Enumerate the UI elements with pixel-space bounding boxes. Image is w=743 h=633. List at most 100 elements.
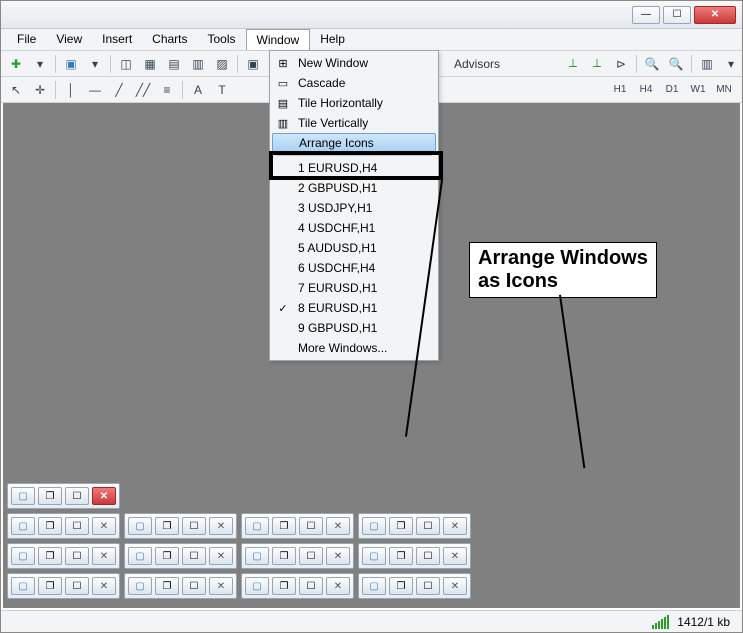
indicator-icon[interactable]: ⟂ [586, 54, 608, 74]
menu-file[interactable]: File [7, 29, 46, 50]
timeframe-h1-button[interactable]: H1 [608, 80, 632, 100]
maximize-icon[interactable]: ☐ [299, 577, 323, 595]
crosshair-icon[interactable]: ✛ [29, 80, 51, 100]
restore-icon[interactable]: ❐ [272, 517, 296, 535]
timeframe-mn-button[interactable]: MN [712, 80, 736, 100]
menuitem-window[interactable]: 6 USDCHF,H4 [272, 258, 436, 278]
maximize-icon[interactable]: ☐ [182, 517, 206, 535]
menuitem-window[interactable]: 2 GBPUSD,H1 [272, 178, 436, 198]
fibonacci-icon[interactable]: ≡ [156, 80, 178, 100]
timeframe-h4-button[interactable]: H4 [634, 80, 658, 100]
maximize-icon[interactable]: ☐ [65, 547, 89, 565]
restore-icon[interactable]: ❐ [38, 577, 62, 595]
menu-view[interactable]: View [46, 29, 92, 50]
chart-icon[interactable]: ▢ [245, 517, 269, 535]
restore-icon[interactable]: ❐ [389, 547, 413, 565]
zoom-in-icon[interactable]: 🔍 [641, 54, 663, 74]
minimized-chart-window[interactable]: ▢❐☐✕ [124, 543, 237, 569]
timeframe-w1-button[interactable]: W1 [686, 80, 710, 100]
restore-icon[interactable]: ❐ [272, 547, 296, 565]
minimized-chart-window[interactable]: ▢❐☐✕ [358, 513, 471, 539]
minimized-chart-window[interactable]: ▢❐☐✕ [7, 483, 120, 509]
close-icon[interactable]: ✕ [443, 547, 467, 565]
minimized-chart-window[interactable]: ▢❐☐✕ [241, 513, 354, 539]
restore-icon[interactable]: ❐ [38, 487, 62, 505]
periodicity-icon[interactable]: ⊳ [610, 54, 632, 74]
minimized-chart-window[interactable]: ▢❐☐✕ [7, 573, 120, 599]
close-icon[interactable]: ✕ [92, 517, 116, 535]
close-icon[interactable]: ✕ [209, 577, 233, 595]
template-icon[interactable]: ▥ [696, 54, 718, 74]
menuitem-window[interactable]: 7 EURUSD,H1 [272, 278, 436, 298]
maximize-icon[interactable]: ☐ [416, 517, 440, 535]
minimized-chart-window[interactable]: ▢❐☐✕ [358, 573, 471, 599]
close-icon[interactable]: ✕ [92, 547, 116, 565]
close-icon[interactable]: ✕ [326, 517, 350, 535]
minimized-chart-window[interactable]: ▢❐☐✕ [358, 543, 471, 569]
chevron-down-icon[interactable]: ▾ [84, 54, 106, 74]
window-close-button[interactable]: ✕ [694, 6, 736, 24]
restore-icon[interactable]: ❐ [272, 577, 296, 595]
close-icon[interactable]: ✕ [92, 577, 116, 595]
profiles-icon[interactable]: ▣ [60, 54, 82, 74]
chart-icon[interactable]: ▢ [362, 547, 386, 565]
window-maximize-button[interactable]: ☐ [663, 6, 691, 24]
trendline-icon[interactable]: ╱ [108, 80, 130, 100]
chart-icon[interactable]: ▢ [245, 547, 269, 565]
menu-charts[interactable]: Charts [142, 29, 197, 50]
close-icon[interactable]: ✕ [92, 487, 116, 505]
menuitem-window[interactable]: More Windows... [272, 338, 436, 358]
channel-icon[interactable]: ╱╱ [132, 80, 154, 100]
chevron-down-icon[interactable]: ▾ [29, 54, 51, 74]
menuitem-new-window[interactable]: ⊞New Window [272, 53, 436, 73]
maximize-icon[interactable]: ☐ [65, 577, 89, 595]
text-label-icon[interactable]: T [211, 80, 233, 100]
indicator-icon[interactable]: ⟂ [562, 54, 584, 74]
chart-icon[interactable]: ▢ [245, 577, 269, 595]
minimized-chart-window[interactable]: ▢❐☐✕ [124, 573, 237, 599]
terminal-icon[interactable]: ▥ [187, 54, 209, 74]
chart-icon[interactable]: ▢ [128, 547, 152, 565]
maximize-icon[interactable]: ☐ [182, 547, 206, 565]
maximize-icon[interactable]: ☐ [65, 487, 89, 505]
strategy-icon[interactable]: ▨ [211, 54, 233, 74]
restore-icon[interactable]: ❐ [38, 517, 62, 535]
menuitem-tile-vertically[interactable]: ▥Tile Vertically [272, 113, 436, 133]
menu-window[interactable]: Window [246, 29, 311, 50]
menuitem-tile-horizontally[interactable]: ▤Tile Horizontally [272, 93, 436, 113]
chart-icon[interactable]: ▢ [128, 517, 152, 535]
market-watch-icon[interactable]: ◫ [115, 54, 137, 74]
menu-tools[interactable]: Tools [198, 29, 246, 50]
minimized-chart-window[interactable]: ▢❐☐✕ [124, 513, 237, 539]
menu-help[interactable]: Help [310, 29, 355, 50]
chevron-down-icon[interactable]: ▾ [720, 54, 742, 74]
chart-icon[interactable]: ▢ [11, 547, 35, 565]
data-window-icon[interactable]: ▦ [139, 54, 161, 74]
timeframe-d1-button[interactable]: D1 [660, 80, 684, 100]
chart-icon[interactable]: ▢ [11, 517, 35, 535]
minimized-chart-window[interactable]: ▢❐☐✕ [7, 543, 120, 569]
chart-icon[interactable]: ▢ [11, 487, 35, 505]
maximize-icon[interactable]: ☐ [299, 517, 323, 535]
menuitem-window[interactable]: 3 USDJPY,H1 [272, 198, 436, 218]
new-order-icon[interactable]: ▣ [242, 54, 264, 74]
menuitem-window[interactable]: 1 EURUSD,H4 [272, 158, 436, 178]
menuitem-window[interactable]: 4 USDCHF,H1 [272, 218, 436, 238]
close-icon[interactable]: ✕ [209, 547, 233, 565]
restore-icon[interactable]: ❐ [155, 577, 179, 595]
window-minimize-button[interactable]: — [632, 6, 660, 24]
menuitem-arrange-icons[interactable]: Arrange Icons [272, 133, 436, 153]
minimized-chart-window[interactable]: ▢❐☐✕ [241, 543, 354, 569]
vertical-line-icon[interactable]: │ [60, 80, 82, 100]
menuitem-window[interactable]: 9 GBPUSD,H1 [272, 318, 436, 338]
restore-icon[interactable]: ❐ [38, 547, 62, 565]
menuitem-window[interactable]: 5 AUDUSD,H1 [272, 238, 436, 258]
restore-icon[interactable]: ❐ [389, 577, 413, 595]
cursor-icon[interactable]: ↖ [5, 80, 27, 100]
close-icon[interactable]: ✕ [326, 577, 350, 595]
chart-icon[interactable]: ▢ [362, 577, 386, 595]
chart-icon[interactable]: ▢ [11, 577, 35, 595]
close-icon[interactable]: ✕ [443, 517, 467, 535]
minimized-chart-window[interactable]: ▢❐☐✕ [241, 573, 354, 599]
new-chart-icon[interactable]: ✚ [5, 54, 27, 74]
